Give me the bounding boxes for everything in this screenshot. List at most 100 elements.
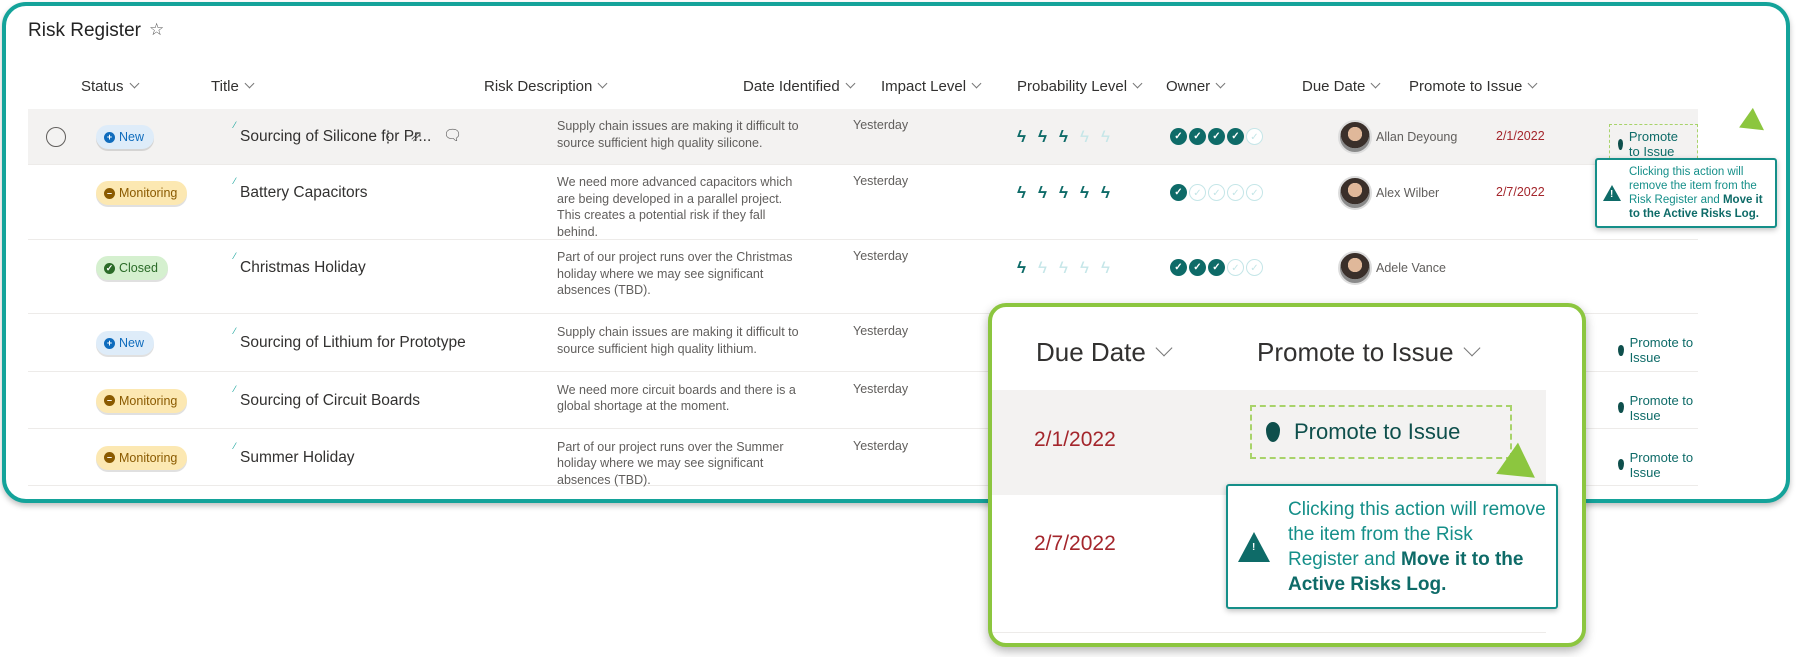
table-row[interactable]: – Monitoring ⁄ Battery Capacitors We need mo… bbox=[28, 165, 1698, 240]
date-identified: Yesterday bbox=[853, 381, 909, 396]
check-circle-icon: ✓ bbox=[1189, 184, 1206, 201]
risk-description: We need more circuit boards and there is… bbox=[557, 382, 796, 414]
inset-header-due-date[interactable]: Due Date bbox=[1036, 337, 1173, 368]
lightning-icon: ϟ bbox=[1080, 258, 1089, 277]
comment-icon[interactable]: 🗨 bbox=[443, 126, 462, 144]
lightning-icon: ϟ bbox=[1017, 258, 1026, 277]
status-icon: + bbox=[104, 337, 115, 349]
avatar bbox=[1338, 176, 1372, 210]
date-identified: Yesterday bbox=[853, 438, 909, 453]
lightning-icon: ϟ bbox=[1038, 258, 1047, 277]
date-identified: Yesterday bbox=[853, 118, 909, 132]
check-circle-icon: ✓ bbox=[1246, 128, 1263, 145]
item-title-link[interactable]: ⁄ Sourcing of Silicone for Pr... bbox=[234, 120, 431, 146]
check-circle-icon: ✓ bbox=[1227, 184, 1244, 201]
warning-icon bbox=[1603, 185, 1621, 202]
status-badge: – Monitoring bbox=[96, 388, 188, 413]
promote-tooltip: Clicking this action will remove the ite… bbox=[1595, 158, 1777, 228]
column-header[interactable]: Status bbox=[81, 78, 139, 95]
chevron-down-icon bbox=[244, 78, 255, 89]
risk-description: Supply chain issues are making it diffic… bbox=[557, 119, 799, 150]
promote-to-issue-button[interactable]: Promote to Issue bbox=[1618, 393, 1698, 423]
check-circle-icon: ✓ bbox=[1170, 128, 1187, 145]
probability-level: ✓ ✓ ✓ ✓ ✓ bbox=[1170, 184, 1263, 201]
fire-icon bbox=[1618, 344, 1624, 356]
tooltip-text: Clicking this action will remove the ite… bbox=[1288, 498, 1546, 595]
item-title-link[interactable]: ⁄ Sourcing of Circuit Boards bbox=[234, 384, 420, 410]
status-badge: + New bbox=[96, 331, 155, 355]
inset-header-promote[interactable]: Promote to Issue bbox=[1257, 337, 1481, 368]
lightning-icon: ϟ bbox=[1080, 127, 1089, 146]
impact-level: ϟϟϟϟϟ bbox=[1013, 183, 1114, 203]
more-actions-icon[interactable]: ⋮ bbox=[380, 127, 396, 147]
chevron-down-icon bbox=[129, 78, 139, 89]
share-icon[interactable]: ⇗ bbox=[410, 127, 423, 145]
item-title-link[interactable]: ⁄ Christmas Holiday bbox=[234, 251, 366, 277]
column-header[interactable]: Title bbox=[211, 78, 255, 95]
status-badge: – Monitoring bbox=[96, 445, 188, 470]
item-title-link[interactable]: ⁄ Summer Holiday bbox=[234, 441, 355, 467]
probability-level: ✓ ✓ ✓ ✓ ✓ bbox=[1170, 259, 1263, 276]
column-header[interactable]: Date Identified bbox=[743, 78, 856, 95]
chevron-down-icon bbox=[1370, 78, 1381, 89]
column-header[interactable]: Owner bbox=[1166, 78, 1226, 95]
date-identified: Yesterday bbox=[853, 324, 909, 338]
status-icon: – bbox=[104, 187, 115, 199]
item-title-link[interactable]: ⁄ Battery Capacitors bbox=[234, 176, 368, 202]
date-identified: Yesterday bbox=[853, 249, 909, 263]
chevron-down-icon bbox=[1132, 78, 1143, 89]
promote-to-issue-button[interactable]: Promote to Issue bbox=[1618, 335, 1698, 365]
chevron-down-icon bbox=[1463, 339, 1481, 357]
new-item-sparkle-icon: ⁄ bbox=[234, 176, 236, 186]
risk-description: Part of our project runs over the Summer… bbox=[557, 439, 784, 487]
check-circle-icon: ✓ bbox=[1246, 259, 1263, 276]
check-circle-icon: ✓ bbox=[1189, 128, 1206, 145]
new-item-sparkle-icon: ⁄ bbox=[234, 383, 236, 394]
check-circle-icon: ✓ bbox=[1170, 259, 1187, 276]
zoom-inset: Due Date Promote to Issue 2/1/2022 2/7/2… bbox=[988, 303, 1586, 647]
cursor-pointer-icon bbox=[1739, 107, 1771, 141]
check-circle-icon: ✓ bbox=[1246, 184, 1263, 201]
table-row[interactable]: + New ⁄ Sourcing of Silicone for Pr... ⋮ ⇗ 🗨 Su… bbox=[28, 109, 1698, 165]
lightning-icon: ϟ bbox=[1080, 183, 1089, 202]
check-circle-icon: ✓ bbox=[1189, 259, 1206, 276]
fire-icon bbox=[1618, 459, 1624, 470]
chevron-down-icon bbox=[1215, 78, 1226, 89]
column-header[interactable]: Probability Level bbox=[1017, 78, 1143, 95]
promote-to-issue-button[interactable]: Promote to Issue bbox=[1618, 450, 1698, 480]
status-icon: – bbox=[104, 452, 115, 463]
owner[interactable]: Allan Deyoung bbox=[1338, 120, 1457, 154]
fire-icon bbox=[1266, 422, 1280, 442]
impact-level: ϟϟϟϟϟ bbox=[1013, 258, 1114, 278]
impact-level: ϟϟϟϟϟ bbox=[1013, 127, 1114, 147]
column-header[interactable]: Promote to Issue bbox=[1409, 78, 1538, 95]
lightning-icon: ϟ bbox=[1101, 183, 1110, 202]
owner[interactable]: Alex Wilber bbox=[1338, 176, 1439, 210]
chevron-down-icon bbox=[1155, 339, 1173, 357]
divider bbox=[992, 632, 1546, 633]
lightning-icon: ϟ bbox=[1038, 183, 1047, 202]
inset-due-1: 2/1/2022 bbox=[1034, 428, 1116, 451]
inset-promote-button[interactable]: Promote to Issue bbox=[1250, 405, 1512, 459]
chevron-down-icon bbox=[597, 78, 608, 89]
column-header[interactable]: Risk Description bbox=[484, 78, 608, 95]
avatar bbox=[1338, 251, 1372, 285]
probability-level: ✓ ✓ ✓ ✓ ✓ bbox=[1170, 128, 1263, 145]
lightning-icon: ϟ bbox=[1059, 127, 1068, 146]
item-title-link[interactable]: ⁄ Sourcing of Lithium for Prototype bbox=[234, 326, 466, 352]
status-icon: ✓ bbox=[104, 262, 115, 274]
chevron-down-icon bbox=[845, 78, 856, 89]
due-date: 2/1/2022 bbox=[1496, 129, 1545, 143]
star-icon[interactable]: ☆ bbox=[149, 20, 164, 40]
lightning-icon: ϟ bbox=[1017, 127, 1026, 146]
status-badge: + New bbox=[96, 125, 155, 149]
chevron-down-icon bbox=[1527, 78, 1538, 89]
new-item-sparkle-icon: ⁄ bbox=[234, 251, 236, 261]
lightning-icon: ϟ bbox=[1101, 258, 1110, 277]
owner[interactable]: Adele Vance bbox=[1338, 251, 1446, 285]
column-header[interactable]: Impact Level bbox=[881, 78, 982, 95]
column-header[interactable]: Due Date bbox=[1302, 78, 1381, 95]
avatar bbox=[1338, 120, 1372, 154]
page-title: Risk Register bbox=[28, 20, 141, 41]
row-select-radio[interactable] bbox=[46, 127, 66, 147]
